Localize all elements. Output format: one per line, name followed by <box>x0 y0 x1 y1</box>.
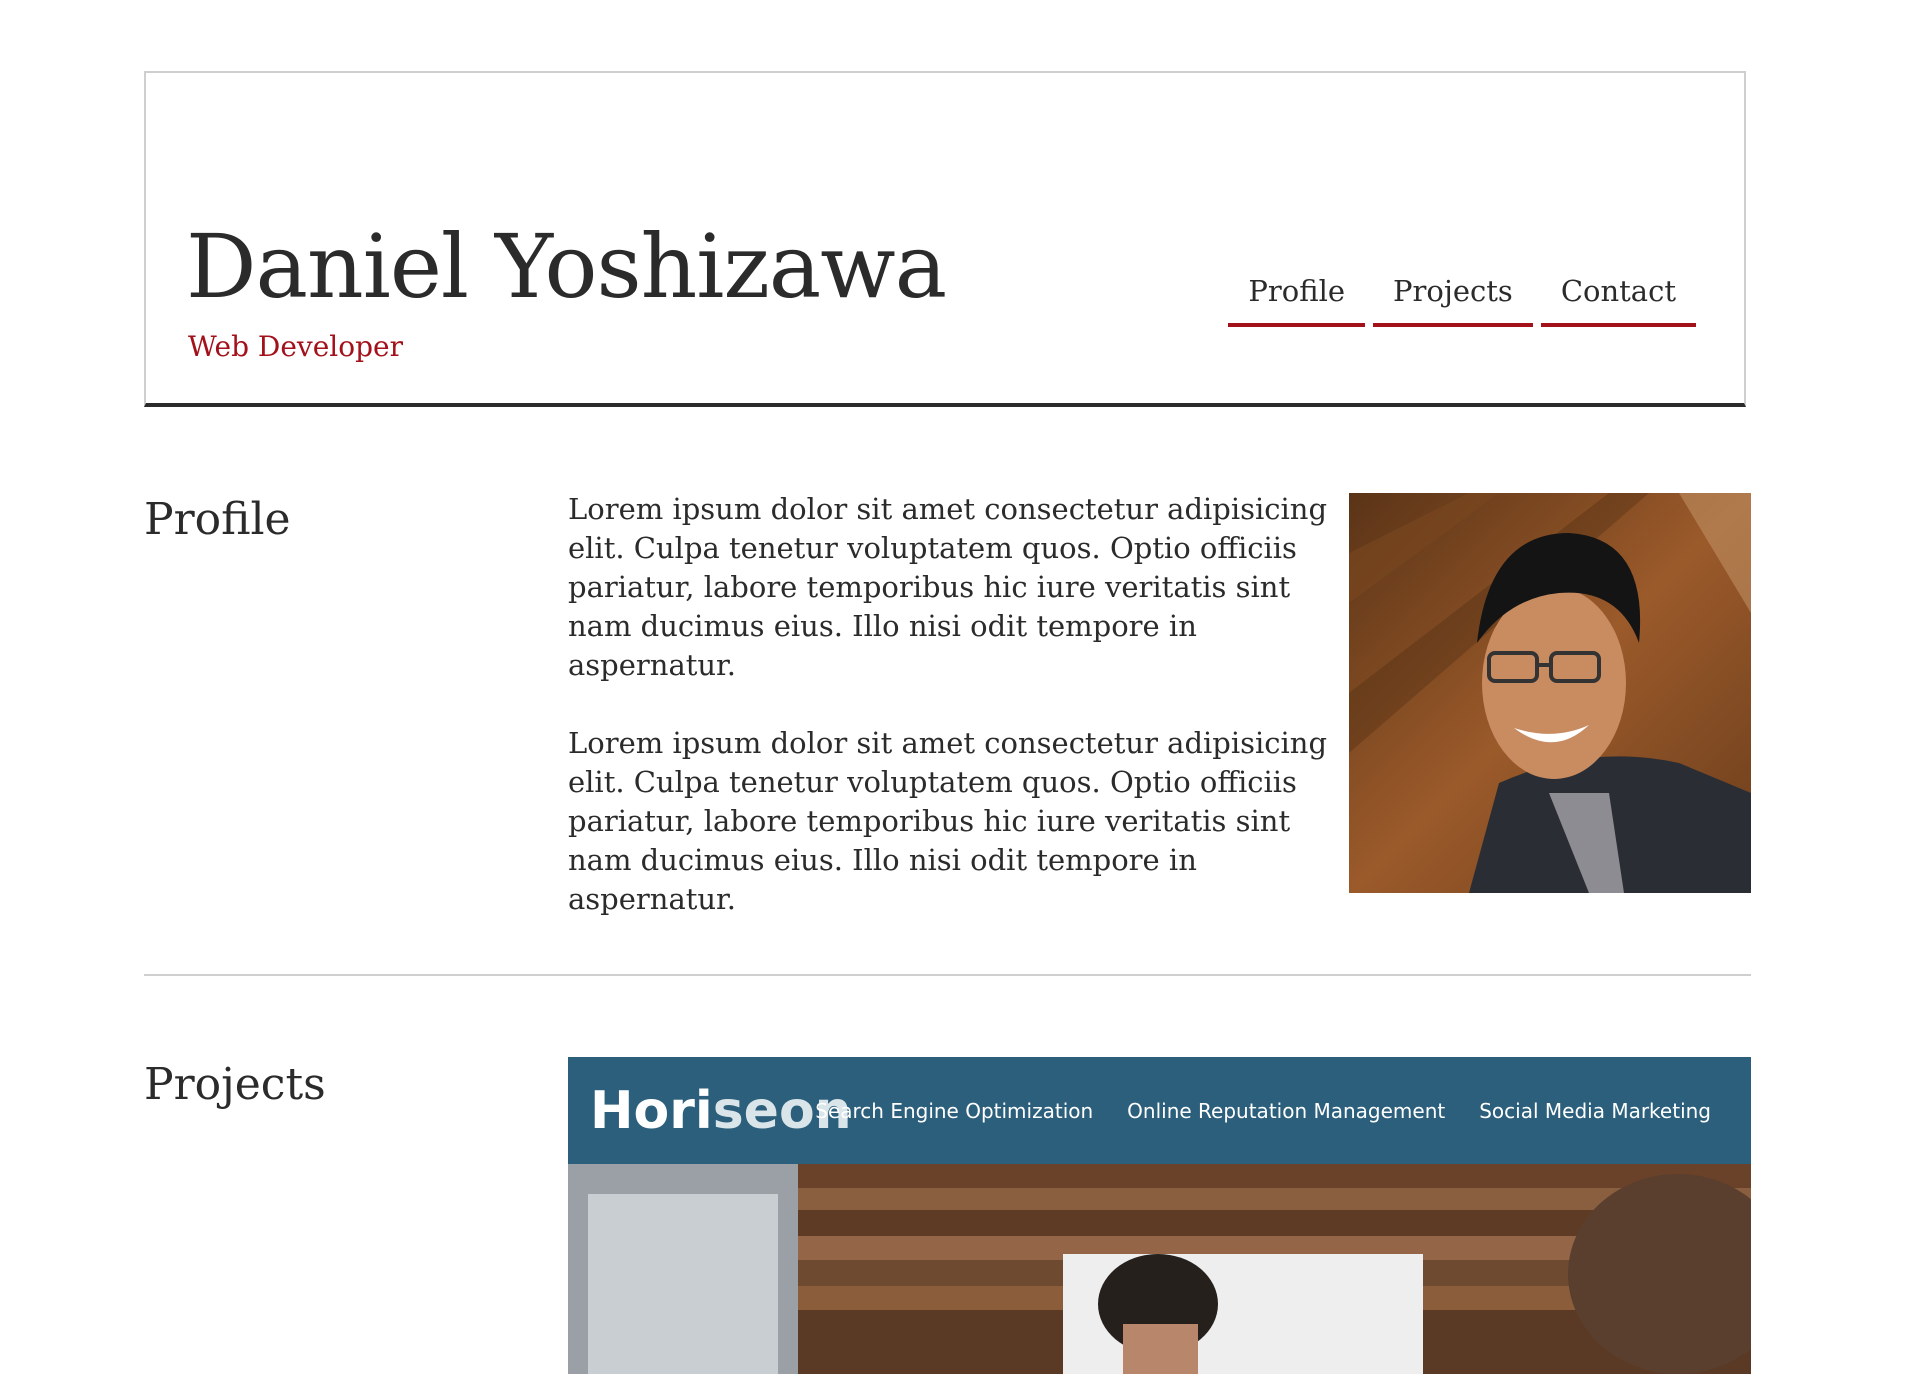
nav-link-profile[interactable]: Profile <box>1228 273 1366 327</box>
projects-heading: Projects <box>144 1059 326 1110</box>
project-link-seo[interactable]: Search Engine Optimization <box>815 1097 1093 1125</box>
project-card-horiseon[interactable]: Horiseon Search Engine Optimization Onli… <box>568 1057 1751 1374</box>
profile-heading: Profile <box>144 494 291 545</box>
main-nav: Profile Projects Contact <box>1228 273 1696 327</box>
project-links: Search Engine Optimization Online Reputa… <box>815 1097 1711 1125</box>
project-navbar: Horiseon Search Engine Optimization Onli… <box>568 1057 1751 1164</box>
profile-photo <box>1349 493 1751 893</box>
site-role: Web Developer <box>188 330 403 363</box>
nav-link-projects[interactable]: Projects <box>1373 273 1533 327</box>
project-logo: Horiseon <box>590 1081 852 1141</box>
project-hero-image <box>568 1164 1751 1374</box>
project-link-reputation[interactable]: Online Reputation Management <box>1127 1097 1445 1125</box>
section-divider <box>144 974 1751 976</box>
profile-paragraph: Lorem ipsum dolor sit amet consectetur a… <box>568 726 1328 916</box>
project-logo-main: Hori <box>590 1081 713 1141</box>
profile-paragraph: Lorem ipsum dolor sit amet consectetur a… <box>568 492 1328 682</box>
page: Daniel Yoshizawa Web Developer Profile P… <box>0 0 1906 1374</box>
site-header: Daniel Yoshizawa Web Developer Profile P… <box>144 71 1746 407</box>
profile-text: Lorem ipsum dolor sit amet consectetur a… <box>568 490 1338 958</box>
nav-link-contact[interactable]: Contact <box>1540 273 1696 327</box>
project-link-social[interactable]: Social Media Marketing <box>1479 1097 1711 1125</box>
site-name: Daniel Yoshizawa <box>186 215 947 318</box>
